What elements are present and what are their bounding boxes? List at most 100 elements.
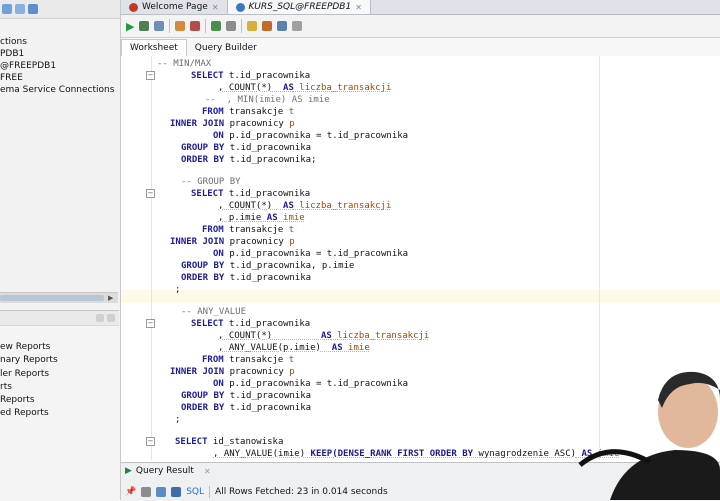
rollback-icon[interactable] (190, 21, 201, 31)
fold-toggle-icon[interactable]: − (146, 437, 155, 446)
code-line: GROUP BY t.id_pracownika (181, 143, 312, 153)
tab-worksheet[interactable]: Worksheet (121, 39, 187, 56)
report-item[interactable]: ew Reports (0, 341, 58, 354)
toolbar-separator (169, 19, 171, 33)
code-line: ORDER BY t.id_pracownika (181, 403, 312, 413)
code-line: , COUNT(*) AS liczba_transakcji (218, 331, 430, 341)
sql-link[interactable]: SQL (186, 487, 204, 497)
code-line: INNER JOIN pracownicy p (170, 367, 295, 377)
reports-panel: ew Reports nary Reports ler Reports rts … (0, 310, 119, 501)
close-icon[interactable]: ✕ (355, 3, 362, 12)
report-item[interactable]: Reports (0, 394, 58, 407)
code-line: FROM transakcje t (202, 225, 295, 235)
scrollbar-thumb[interactable] (0, 295, 104, 301)
scroll-right-icon[interactable]: ▶ (108, 294, 116, 302)
report-item[interactable]: ed Reports (0, 407, 58, 420)
reports-tree: ew Reports nary Reports ler Reports rts … (0, 341, 58, 421)
code-line: INNER JOIN pracownicy p (170, 119, 295, 129)
refresh-icon[interactable] (15, 4, 25, 14)
tree-item-free[interactable]: FREE (0, 72, 120, 84)
report-item[interactable]: rts (0, 381, 58, 394)
worksheet-toolbar: ▶ (121, 15, 720, 38)
tree-item-schema-service[interactable]: ema Service Connections (0, 84, 120, 96)
tab-welcome-page[interactable]: Welcome Page ✕ (121, 0, 228, 14)
tree-item-connections[interactable]: ctions (0, 36, 120, 48)
fold-toggle-icon[interactable]: − (146, 319, 155, 328)
code-line: ON p.id_pracownika = t.id_pracownika (213, 379, 409, 389)
add-connection-icon[interactable] (2, 4, 12, 14)
code-line: SELECT t.id_pracownika (191, 319, 311, 329)
minimize-icon[interactable] (96, 314, 104, 322)
query-result-label: Query Result (135, 466, 194, 476)
tab-query-builder[interactable]: Query Builder (187, 40, 265, 56)
report-item[interactable]: nary Reports (0, 354, 58, 367)
code-line: , COUNT(*) AS liczba_transakcji (218, 83, 392, 93)
code-line: , p.imie AS imie (218, 213, 305, 223)
toolbar-separator (241, 19, 243, 33)
gutter-divider (151, 56, 152, 460)
code-line: SELECT t.id_pracownika (191, 189, 311, 199)
worksheet-subtabs: Worksheet Query Builder (121, 38, 720, 57)
close-icon[interactable]: ✕ (212, 3, 219, 12)
reports-toolbar (0, 311, 119, 326)
toolbar-separator (205, 19, 207, 33)
worksheet-icon (235, 2, 245, 12)
run-script-icon[interactable] (139, 21, 150, 31)
unshared-sql-icon[interactable] (211, 21, 222, 31)
code-line: , ANY_VALUE(imie) KEEP(DENSE_RANK FIRST … (213, 449, 620, 459)
format-icon[interactable] (247, 21, 258, 31)
code-line: ORDER BY t.id_pracownika; (181, 155, 317, 165)
code-line: , ANY_VALUE(p.imie) AS imie (218, 343, 370, 353)
code-line: ; (175, 415, 181, 425)
connections-tree: ctions PDB1 @FREEPDB1 FREE ema Service C… (0, 36, 120, 96)
fold-toggle-icon[interactable]: − (146, 71, 155, 80)
fold-toggle-icon[interactable]: − (146, 189, 155, 198)
webcam-overlay (578, 371, 720, 500)
autotrace-icon[interactable] (154, 21, 165, 31)
code-line: ON p.id_pracownika = t.id_pracownika (213, 249, 409, 259)
export-icon[interactable] (171, 487, 182, 497)
code-line: FROM transakcje t (202, 107, 295, 117)
code-line: ; (175, 285, 181, 295)
commit-icon[interactable] (175, 21, 186, 31)
pencil-icon[interactable] (262, 21, 273, 31)
shirt-shape (610, 450, 720, 500)
code-line: FROM transakcje t (202, 355, 295, 365)
tab-label: Welcome Page (142, 2, 208, 12)
result-toolbar: 📌 SQL All Rows Fetched: 23 in 0.014 seco… (125, 485, 388, 499)
pin-icon[interactable]: 📌 (125, 487, 136, 497)
fetch-status: All Rows Fetched: 23 in 0.014 seconds (215, 487, 388, 497)
toolbar-separator (209, 486, 211, 498)
tab-kurs-sql[interactable]: KURS_SQL@FREEPDB1 ✕ (227, 0, 371, 14)
code-line: -- , MIN(imie) AS imie (205, 95, 330, 105)
refresh-icon[interactable] (156, 487, 167, 497)
code-line: INNER JOIN pracownicy p (170, 237, 295, 247)
clear-icon[interactable] (292, 21, 303, 31)
sql-tuning-icon[interactable] (226, 21, 237, 31)
code-line: ORDER BY t.id_pracownika (181, 273, 312, 283)
connections-panel: ctions PDB1 @FREEPDB1 FREE ema Service C… (0, 0, 121, 501)
tree-item-pdb1[interactable]: PDB1 (0, 48, 120, 60)
filter-icon[interactable] (28, 4, 38, 14)
tab-label: KURS_SQL@FREEPDB1 (248, 2, 352, 12)
play-icon: ▶ (125, 466, 132, 476)
history-icon[interactable] (277, 21, 288, 31)
code-line: , COUNT(*) AS liczba_transakcji (218, 201, 392, 211)
connections-toolbar (0, 0, 120, 19)
close-icon[interactable]: ✕ (204, 467, 211, 476)
code-line: ON p.id_pracownika = t.id_pracownika (213, 131, 409, 141)
document-tabs: Welcome Page ✕ KURS_SQL@FREEPDB1 ✕ (121, 0, 720, 15)
tab-query-result[interactable]: ▶ Query Result ✕ (125, 465, 211, 477)
code-line: GROUP BY t.id_pracownika (181, 391, 312, 401)
print-icon[interactable] (141, 487, 152, 497)
maximize-icon[interactable] (107, 314, 115, 322)
connections-scrollbar[interactable]: ▶ (0, 292, 118, 303)
run-statement-icon[interactable]: ▶ (126, 20, 134, 33)
tree-item-freepdb1[interactable]: @FREEPDB1 (0, 60, 120, 72)
current-line-highlight (121, 290, 720, 303)
code-line: SELECT t.id_pracownika (191, 71, 311, 81)
report-item[interactable]: ler Reports (0, 368, 58, 381)
code-line: -- GROUP BY (181, 177, 241, 187)
code-line: GROUP BY t.id_pracownika, p.imie (181, 261, 355, 271)
code-line: -- MIN/MAX (157, 59, 212, 69)
